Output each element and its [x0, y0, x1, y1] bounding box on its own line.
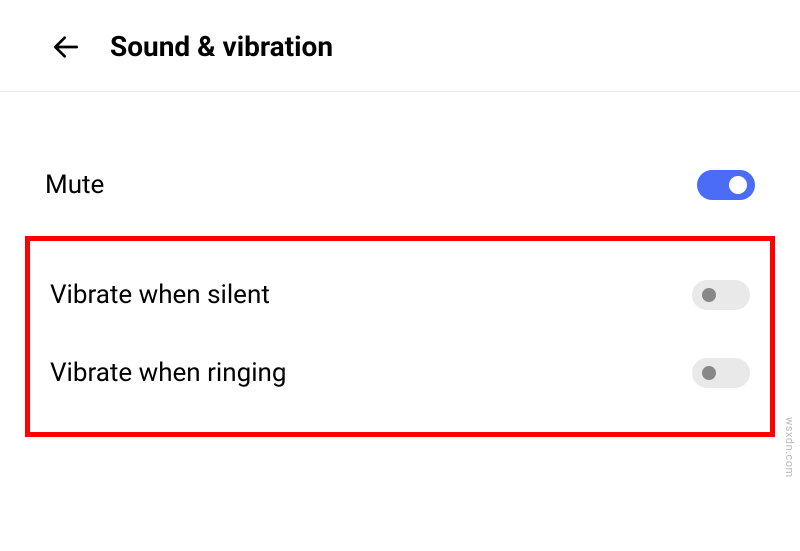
vibrate-silent-label: Vibrate when silent	[50, 280, 270, 310]
setting-row-vibrate-silent: Vibrate when silent	[30, 256, 770, 334]
arrow-left-icon	[50, 31, 82, 63]
back-button[interactable]	[50, 31, 82, 63]
vibrate-ringing-toggle[interactable]	[692, 358, 750, 388]
vibrate-ringing-label: Vibrate when ringing	[50, 358, 287, 388]
setting-row-mute: Mute	[0, 152, 800, 218]
highlight-box: Vibrate when silent Vibrate when ringing	[25, 236, 775, 437]
vibrate-silent-toggle[interactable]	[692, 280, 750, 310]
mute-label: Mute	[45, 170, 104, 200]
mute-toggle[interactable]	[697, 170, 755, 200]
header: Sound & vibration	[0, 0, 800, 92]
setting-row-vibrate-ringing: Vibrate when ringing	[30, 334, 770, 412]
watermark: wsxdn.com	[783, 417, 796, 478]
page-title: Sound & vibration	[110, 30, 333, 63]
settings-content: Mute Vibrate when silent Vibrate when ri…	[0, 92, 800, 437]
